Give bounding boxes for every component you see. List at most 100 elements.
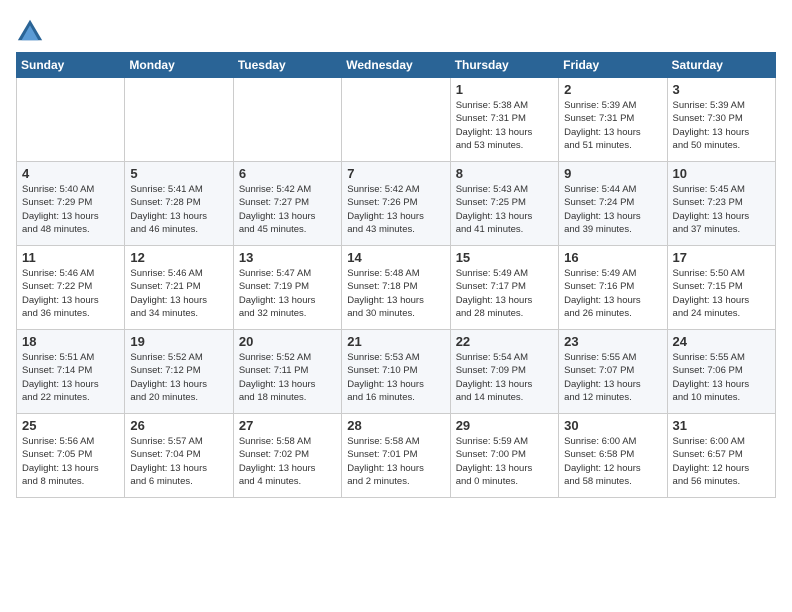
day-number: 8 bbox=[456, 166, 553, 181]
calendar-cell: 16 Sunrise: 5:49 AM Sunset: 7:16 PM Dayli… bbox=[559, 246, 667, 330]
day-info: Sunrise: 5:49 AM Sunset: 7:17 PM Dayligh… bbox=[456, 267, 553, 320]
day-number: 25 bbox=[22, 418, 119, 433]
calendar-header-row: SundayMondayTuesdayWednesdayThursdayFrid… bbox=[17, 53, 776, 78]
calendar-cell: 13 Sunrise: 5:47 AM Sunset: 7:19 PM Dayli… bbox=[233, 246, 341, 330]
day-number: 27 bbox=[239, 418, 336, 433]
day-info: Sunrise: 5:57 AM Sunset: 7:04 PM Dayligh… bbox=[130, 435, 227, 488]
calendar-week-4: 18Sunrise: 5:51 AM Sunset: 7:14 PM Dayli… bbox=[17, 330, 776, 414]
day-info: Sunrise: 5:39 AM Sunset: 7:30 PM Dayligh… bbox=[673, 99, 770, 152]
day-number: 13 bbox=[239, 250, 336, 265]
day-number: 17 bbox=[673, 250, 770, 265]
calendar-cell: 6 Sunrise: 5:42 AM Sunset: 7:27 PM Daylig… bbox=[233, 162, 341, 246]
day-info: Sunrise: 5:49 AM Sunset: 7:16 PM Dayligh… bbox=[564, 267, 661, 320]
col-header-wednesday: Wednesday bbox=[342, 53, 450, 78]
day-info: Sunrise: 6:00 AM Sunset: 6:58 PM Dayligh… bbox=[564, 435, 661, 488]
calendar-cell bbox=[342, 78, 450, 162]
day-number: 31 bbox=[673, 418, 770, 433]
day-number: 29 bbox=[456, 418, 553, 433]
calendar-week-2: 4 Sunrise: 5:40 AM Sunset: 7:29 PM Daylig… bbox=[17, 162, 776, 246]
calendar-cell: 25 Sunrise: 5:56 AM Sunset: 7:05 PM Dayli… bbox=[17, 414, 125, 498]
day-info: Sunrise: 5:52 AM Sunset: 7:11 PM Dayligh… bbox=[239, 351, 336, 404]
day-info: Sunrise: 5:39 AM Sunset: 7:31 PM Dayligh… bbox=[564, 99, 661, 152]
day-info: Sunrise: 5:42 AM Sunset: 7:26 PM Dayligh… bbox=[347, 183, 444, 236]
calendar-cell: 2 Sunrise: 5:39 AM Sunset: 7:31 PM Daylig… bbox=[559, 78, 667, 162]
day-info: Sunrise: 5:51 AM Sunset: 7:14 PM Dayligh… bbox=[22, 351, 119, 404]
calendar-cell: 4 Sunrise: 5:40 AM Sunset: 7:29 PM Daylig… bbox=[17, 162, 125, 246]
col-header-monday: Monday bbox=[125, 53, 233, 78]
day-info: Sunrise: 5:54 AM Sunset: 7:09 PM Dayligh… bbox=[456, 351, 553, 404]
day-number: 28 bbox=[347, 418, 444, 433]
day-info: Sunrise: 5:42 AM Sunset: 7:27 PM Dayligh… bbox=[239, 183, 336, 236]
day-info: Sunrise: 5:43 AM Sunset: 7:25 PM Dayligh… bbox=[456, 183, 553, 236]
calendar-cell: 18Sunrise: 5:51 AM Sunset: 7:14 PM Dayli… bbox=[17, 330, 125, 414]
day-info: Sunrise: 5:52 AM Sunset: 7:12 PM Dayligh… bbox=[130, 351, 227, 404]
day-number: 2 bbox=[564, 82, 661, 97]
day-info: Sunrise: 5:59 AM Sunset: 7:00 PM Dayligh… bbox=[456, 435, 553, 488]
day-number: 3 bbox=[673, 82, 770, 97]
day-info: Sunrise: 5:55 AM Sunset: 7:07 PM Dayligh… bbox=[564, 351, 661, 404]
day-number: 20 bbox=[239, 334, 336, 349]
day-info: Sunrise: 5:40 AM Sunset: 7:29 PM Dayligh… bbox=[22, 183, 119, 236]
day-number: 14 bbox=[347, 250, 444, 265]
logo-icon bbox=[16, 16, 44, 44]
col-header-sunday: Sunday bbox=[17, 53, 125, 78]
day-number: 6 bbox=[239, 166, 336, 181]
calendar-cell: 26 Sunrise: 5:57 AM Sunset: 7:04 PM Dayli… bbox=[125, 414, 233, 498]
col-header-tuesday: Tuesday bbox=[233, 53, 341, 78]
calendar-week-5: 25 Sunrise: 5:56 AM Sunset: 7:05 PM Dayli… bbox=[17, 414, 776, 498]
logo bbox=[16, 16, 48, 44]
calendar-cell: 3 Sunrise: 5:39 AM Sunset: 7:30 PM Daylig… bbox=[667, 78, 775, 162]
day-info: Sunrise: 5:56 AM Sunset: 7:05 PM Dayligh… bbox=[22, 435, 119, 488]
day-info: Sunrise: 5:55 AM Sunset: 7:06 PM Dayligh… bbox=[673, 351, 770, 404]
day-number: 7 bbox=[347, 166, 444, 181]
day-number: 12 bbox=[130, 250, 227, 265]
calendar-cell: 8 Sunrise: 5:43 AM Sunset: 7:25 PM Daylig… bbox=[450, 162, 558, 246]
col-header-friday: Friday bbox=[559, 53, 667, 78]
day-number: 9 bbox=[564, 166, 661, 181]
calendar-cell: 20 Sunrise: 5:52 AM Sunset: 7:11 PM Dayli… bbox=[233, 330, 341, 414]
day-number: 23 bbox=[564, 334, 661, 349]
day-info: Sunrise: 6:00 AM Sunset: 6:57 PM Dayligh… bbox=[673, 435, 770, 488]
calendar-cell: 1Sunrise: 5:38 AM Sunset: 7:31 PM Daylig… bbox=[450, 78, 558, 162]
day-number: 11 bbox=[22, 250, 119, 265]
day-number: 5 bbox=[130, 166, 227, 181]
calendar-cell: 30 Sunrise: 6:00 AM Sunset: 6:58 PM Dayli… bbox=[559, 414, 667, 498]
calendar-cell: 31 Sunrise: 6:00 AM Sunset: 6:57 PM Dayli… bbox=[667, 414, 775, 498]
calendar-cell: 29 Sunrise: 5:59 AM Sunset: 7:00 PM Dayli… bbox=[450, 414, 558, 498]
calendar-week-3: 11 Sunrise: 5:46 AM Sunset: 7:22 PM Dayli… bbox=[17, 246, 776, 330]
day-info: Sunrise: 5:45 AM Sunset: 7:23 PM Dayligh… bbox=[673, 183, 770, 236]
day-number: 22 bbox=[456, 334, 553, 349]
day-info: Sunrise: 5:48 AM Sunset: 7:18 PM Dayligh… bbox=[347, 267, 444, 320]
calendar-cell: 28 Sunrise: 5:58 AM Sunset: 7:01 PM Dayli… bbox=[342, 414, 450, 498]
day-number: 30 bbox=[564, 418, 661, 433]
calendar-cell: 7 Sunrise: 5:42 AM Sunset: 7:26 PM Daylig… bbox=[342, 162, 450, 246]
calendar-cell: 27Sunrise: 5:58 AM Sunset: 7:02 PM Dayli… bbox=[233, 414, 341, 498]
day-info: Sunrise: 5:38 AM Sunset: 7:31 PM Dayligh… bbox=[456, 99, 553, 152]
day-number: 21 bbox=[347, 334, 444, 349]
day-info: Sunrise: 5:44 AM Sunset: 7:24 PM Dayligh… bbox=[564, 183, 661, 236]
day-info: Sunrise: 5:46 AM Sunset: 7:21 PM Dayligh… bbox=[130, 267, 227, 320]
day-info: Sunrise: 5:47 AM Sunset: 7:19 PM Dayligh… bbox=[239, 267, 336, 320]
day-number: 19 bbox=[130, 334, 227, 349]
calendar-cell bbox=[125, 78, 233, 162]
day-number: 4 bbox=[22, 166, 119, 181]
calendar-cell: 21 Sunrise: 5:53 AM Sunset: 7:10 PM Dayli… bbox=[342, 330, 450, 414]
calendar-cell: 9 Sunrise: 5:44 AM Sunset: 7:24 PM Daylig… bbox=[559, 162, 667, 246]
day-number: 10 bbox=[673, 166, 770, 181]
day-number: 26 bbox=[130, 418, 227, 433]
day-info: Sunrise: 5:53 AM Sunset: 7:10 PM Dayligh… bbox=[347, 351, 444, 404]
calendar-cell: 24 Sunrise: 5:55 AM Sunset: 7:06 PM Dayli… bbox=[667, 330, 775, 414]
calendar-cell: 12 Sunrise: 5:46 AM Sunset: 7:21 PM Dayli… bbox=[125, 246, 233, 330]
calendar-cell: 15Sunrise: 5:49 AM Sunset: 7:17 PM Dayli… bbox=[450, 246, 558, 330]
day-number: 16 bbox=[564, 250, 661, 265]
calendar-cell: 19 Sunrise: 5:52 AM Sunset: 7:12 PM Dayli… bbox=[125, 330, 233, 414]
calendar-cell: 23 Sunrise: 5:55 AM Sunset: 7:07 PM Dayli… bbox=[559, 330, 667, 414]
page-header bbox=[16, 16, 776, 44]
day-number: 24 bbox=[673, 334, 770, 349]
day-info: Sunrise: 5:50 AM Sunset: 7:15 PM Dayligh… bbox=[673, 267, 770, 320]
day-info: Sunrise: 5:58 AM Sunset: 7:01 PM Dayligh… bbox=[347, 435, 444, 488]
day-info: Sunrise: 5:41 AM Sunset: 7:28 PM Dayligh… bbox=[130, 183, 227, 236]
day-info: Sunrise: 5:46 AM Sunset: 7:22 PM Dayligh… bbox=[22, 267, 119, 320]
calendar-cell: 11 Sunrise: 5:46 AM Sunset: 7:22 PM Dayli… bbox=[17, 246, 125, 330]
calendar-cell: 14 Sunrise: 5:48 AM Sunset: 7:18 PM Dayli… bbox=[342, 246, 450, 330]
